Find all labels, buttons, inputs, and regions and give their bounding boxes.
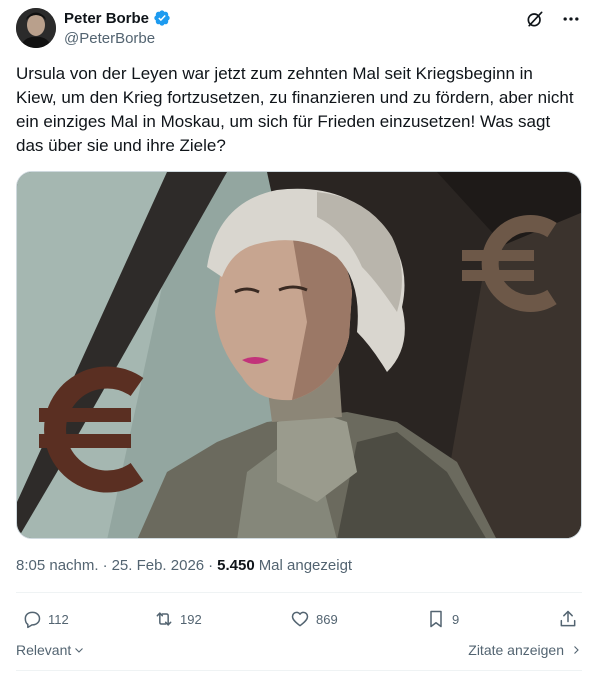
reply-button[interactable]: 112 (22, 604, 69, 634)
tweet-image[interactable] (16, 171, 582, 539)
repost-count: 192 (180, 611, 202, 627)
tweet-date[interactable]: 25. Feb. 2026 (112, 557, 205, 574)
verified-badge-icon (153, 9, 171, 27)
reply-icon (24, 611, 41, 629)
meta-separator: · (102, 557, 108, 574)
replies-header: Relevant Zitate anzeigen (16, 640, 582, 664)
portrait-illustration-icon (17, 172, 581, 538)
avatar[interactable] (16, 8, 56, 48)
avatar-photo-icon (16, 8, 56, 48)
tweet-meta: 8:05 nachm. · 25. Feb. 2026 · 5.450 Mal … (16, 557, 352, 574)
tweet-time[interactable]: 8:05 nachm. (16, 557, 99, 574)
author-handle[interactable]: @PeterBorbe (64, 30, 155, 47)
views-label: Mal angezeigt (258, 557, 353, 574)
meta-separator: · (208, 557, 214, 574)
like-count: 869 (316, 611, 338, 627)
sort-label: Relevant (16, 642, 72, 658)
bookmark-count: 9 (452, 611, 460, 627)
heart-icon (291, 611, 309, 627)
divider (16, 592, 582, 593)
more-icon[interactable] (560, 8, 582, 30)
tweet: Peter Borbe @PeterBorbe Ursula von der L… (0, 0, 598, 678)
chevron-right-icon (574, 646, 579, 654)
divider (16, 670, 582, 671)
author-display-name[interactable]: Peter Borbe (64, 10, 149, 27)
quotes-label: Zitate anzeigen (468, 642, 564, 658)
action-bar: 112 192 869 9 (16, 604, 582, 634)
tweet-text: Ursula von der Leyen war jetzt zum zehnt… (16, 64, 579, 155)
bookmark-icon (430, 610, 442, 628)
grok-icon[interactable] (524, 8, 546, 30)
view-quotes-link[interactable]: Zitate anzeigen (468, 642, 582, 658)
share-icon (560, 610, 576, 627)
repost-button[interactable]: 192 (154, 604, 202, 634)
header-actions (524, 8, 582, 30)
reply-count: 112 (48, 611, 69, 627)
like-button[interactable]: 869 (290, 604, 338, 634)
share-button[interactable] (558, 604, 578, 634)
views-count: 5.450 (217, 557, 255, 574)
chevron-down-icon (75, 648, 84, 653)
bookmark-button[interactable]: 9 (426, 604, 459, 634)
sort-dropdown[interactable]: Relevant (16, 642, 85, 658)
repost-icon (156, 612, 172, 626)
author-name-row[interactable]: Peter Borbe (64, 9, 171, 27)
